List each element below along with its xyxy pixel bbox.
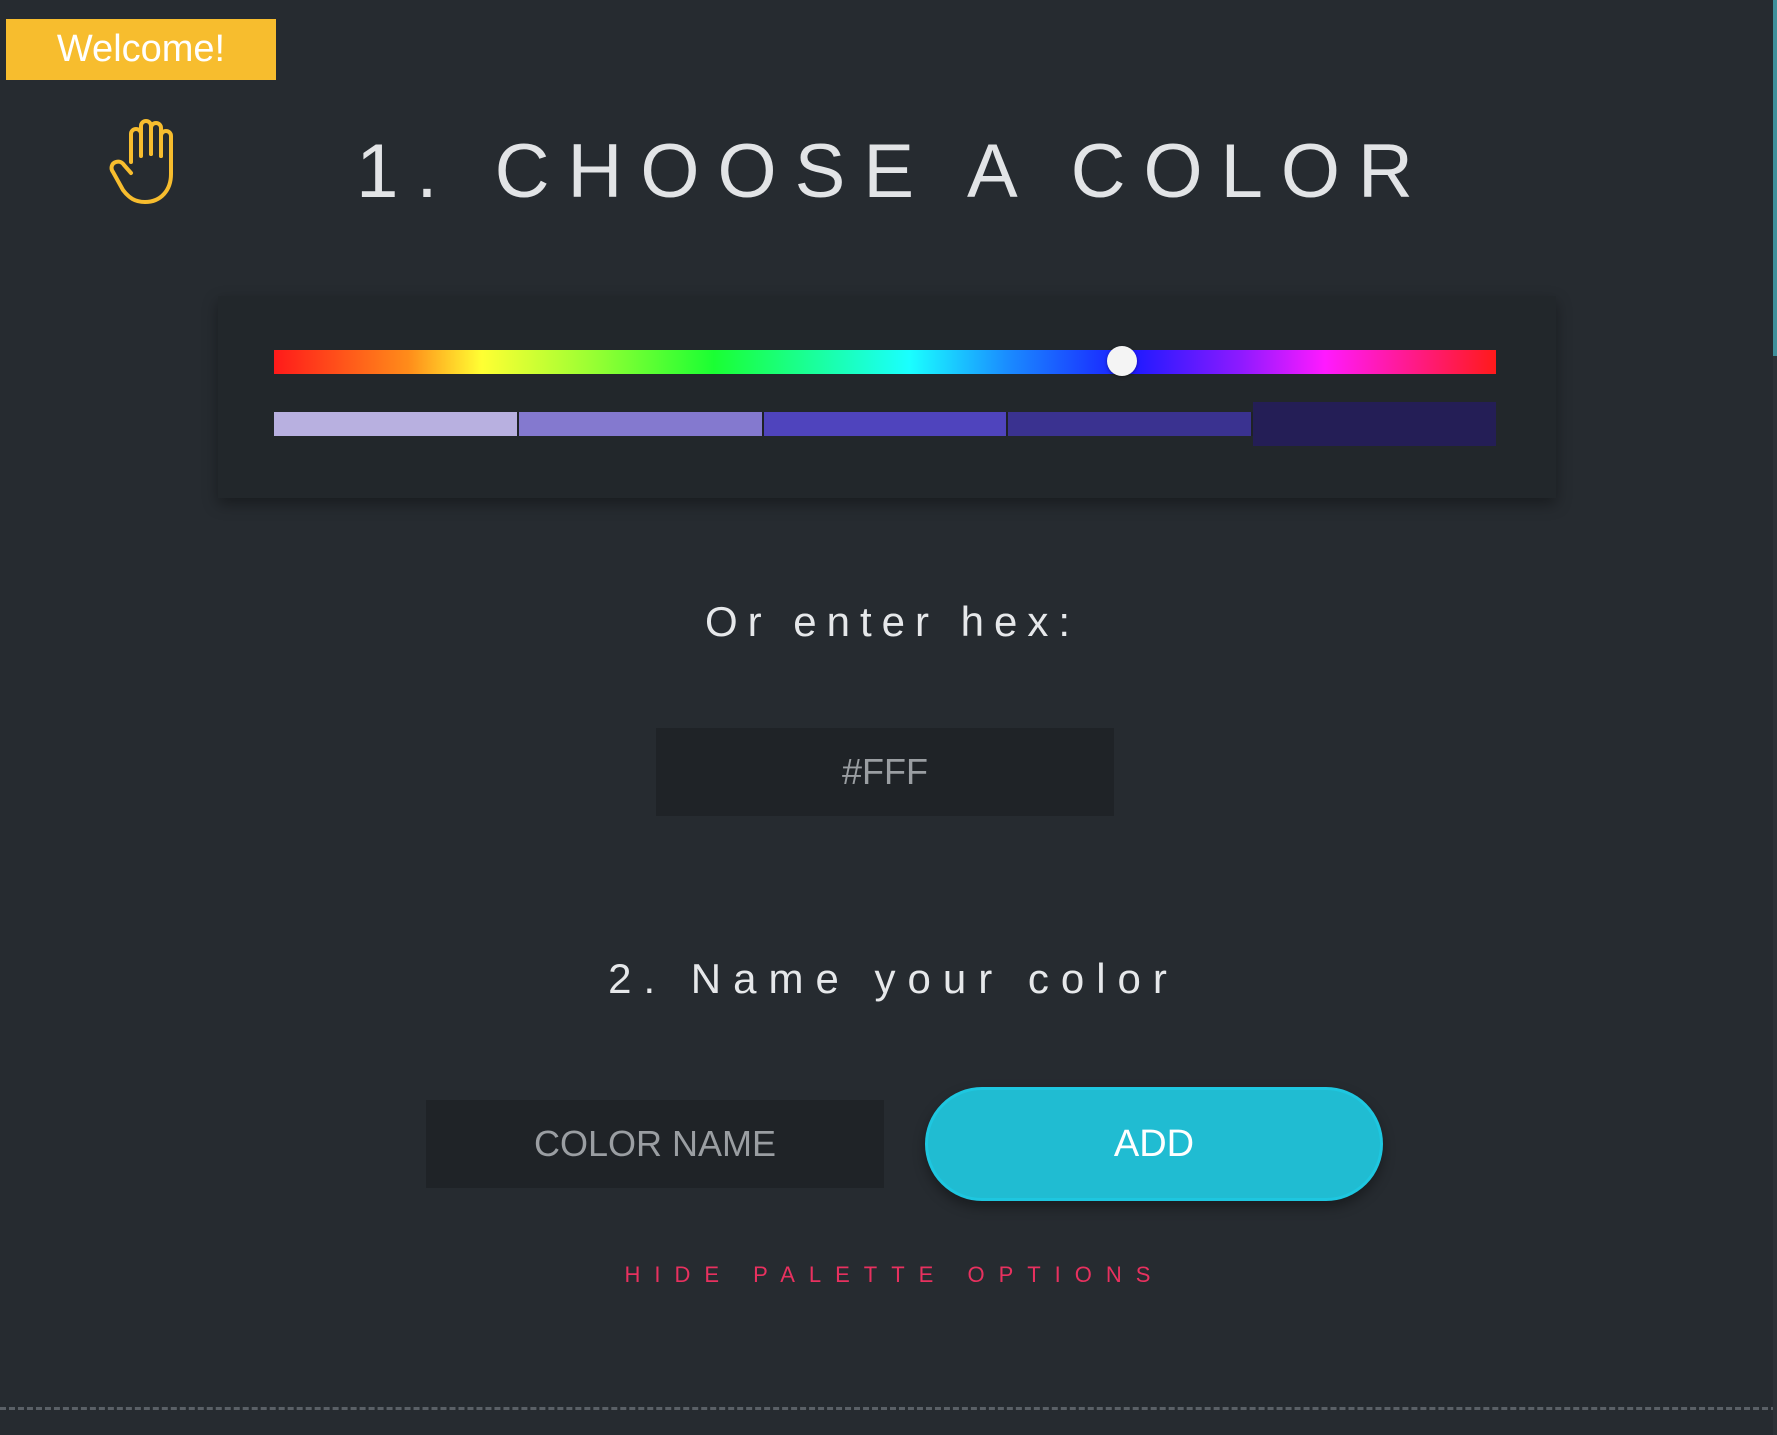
step-2-title: 2. Name your color: [608, 955, 1179, 1002]
hue-slider-handle[interactable]: [1107, 346, 1138, 376]
color-name-input[interactable]: [426, 1100, 884, 1188]
page: Welcome! 1. CHOOSE A COLOR Or enter hex:…: [0, 0, 1777, 1435]
hue-slider[interactable]: [274, 346, 1496, 376]
shade-swatch-2[interactable]: [518, 412, 764, 436]
hex-label: Or enter hex:: [704, 598, 1081, 645]
dashed-divider: [0, 1407, 1777, 1410]
shade-swatch-row: [274, 402, 1496, 460]
hex-input[interactable]: [656, 728, 1114, 816]
shade-swatch-3[interactable]: [763, 412, 1009, 436]
welcome-badge: Welcome!: [6, 19, 276, 80]
step-1-title: 1. CHOOSE A COLOR: [356, 129, 1431, 214]
shade-swatch-1[interactable]: [274, 412, 519, 436]
add-button[interactable]: ADD: [925, 1087, 1383, 1201]
scrollbar-track[interactable]: [1773, 0, 1777, 1435]
scrollbar-thumb[interactable]: [1773, 0, 1777, 356]
shade-swatch-5[interactable]: [1253, 402, 1496, 446]
shade-swatch-4[interactable]: [1008, 412, 1254, 436]
color-picker-card: [218, 296, 1556, 498]
hide-palette-options-link[interactable]: HIDE PALETTE OPTIONS: [0, 1262, 1777, 1288]
